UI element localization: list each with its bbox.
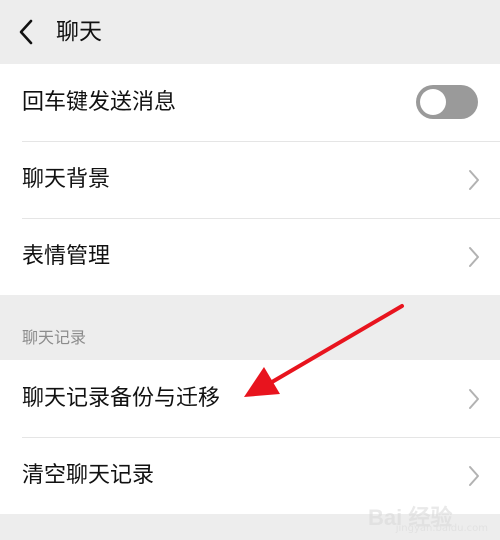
setting-row-sticker-management[interactable]: 表情管理 — [0, 218, 500, 295]
nav-bar: 聊天 — [0, 0, 500, 64]
section-title-chat-history: 聊天记录 — [22, 328, 87, 347]
watermark-subtext: jingyan.baidu.com — [395, 523, 488, 534]
settings-group-chat-history: 聊天记录备份与迁移 清空聊天记录 — [0, 360, 500, 514]
chevron-left-icon — [19, 19, 33, 45]
back-button[interactable] — [10, 14, 46, 50]
enter-to-send-toggle[interactable] — [416, 85, 478, 119]
setting-label: 聊天记录备份与迁移 — [22, 386, 221, 411]
setting-row-chat-background[interactable]: 聊天背景 — [0, 141, 500, 218]
setting-label: 表情管理 — [22, 244, 111, 269]
toggle-knob — [420, 89, 446, 115]
chevron-right-icon — [468, 388, 480, 410]
setting-row-enter-to-send[interactable]: 回车键发送消息 — [0, 64, 500, 141]
settings-group-general: 回车键发送消息 聊天背景 表情管理 — [0, 64, 500, 295]
page-title: 聊天 — [56, 19, 102, 45]
baidu-watermark: Bai 经验 jingyan.baidu.com — [368, 498, 488, 534]
setting-label: 清空聊天记录 — [22, 463, 155, 488]
setting-row-backup-migrate[interactable]: 聊天记录备份与迁移 — [0, 360, 500, 437]
chevron-right-icon — [468, 169, 480, 191]
chevron-right-icon — [468, 465, 480, 487]
chevron-right-icon — [468, 246, 480, 268]
setting-label: 回车键发送消息 — [22, 90, 177, 115]
setting-label: 聊天背景 — [22, 167, 111, 192]
